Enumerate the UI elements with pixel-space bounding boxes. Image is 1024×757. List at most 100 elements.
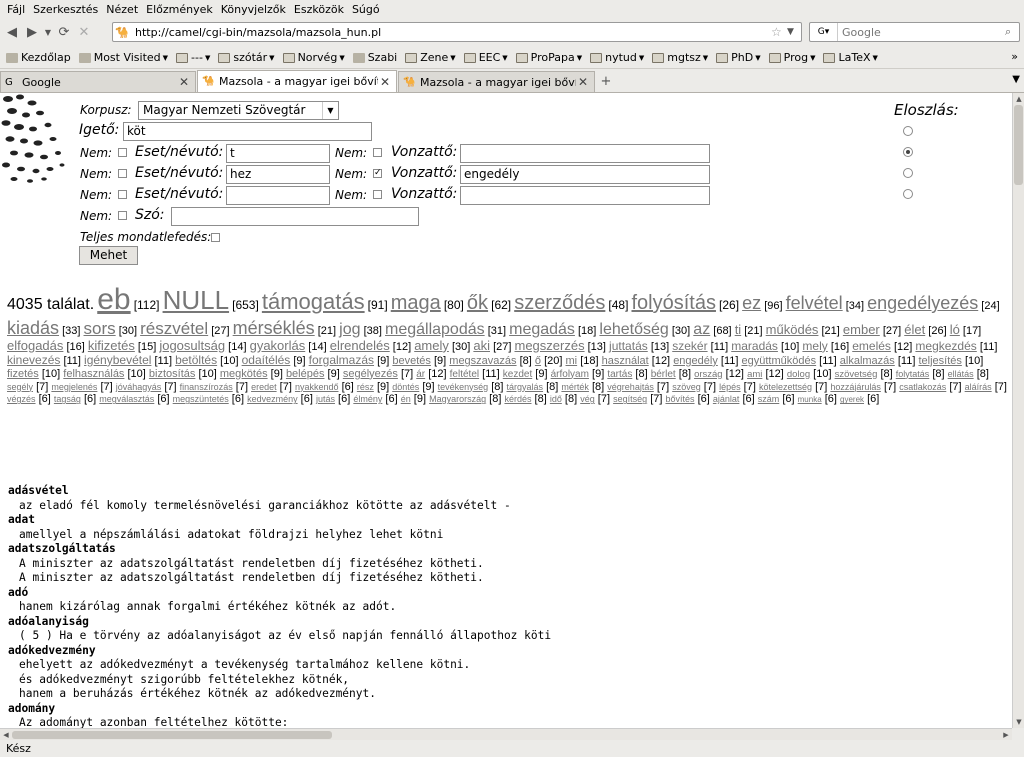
cloud-word[interactable]: megadás [509, 321, 575, 338]
case-input-3[interactable] [226, 186, 330, 205]
cloud-word[interactable]: használat [602, 355, 649, 367]
cloud-word[interactable]: ajánlat [713, 394, 740, 404]
cloud-word[interactable]: ország [694, 369, 723, 380]
arg-not-checkbox-2[interactable]: ✓ [373, 169, 382, 178]
cloud-word[interactable]: szövetség [835, 369, 878, 380]
cloud-word[interactable]: végzés [7, 394, 36, 404]
menu-1[interactable]: Szerkesztés [29, 0, 102, 20]
bookmark-item[interactable]: nytud ▼ [587, 51, 649, 64]
cloud-word[interactable]: finanszírozás [180, 382, 233, 392]
cloud-word[interactable]: az [693, 321, 710, 338]
cloud-word[interactable]: maga [391, 292, 441, 314]
word-not-checkbox[interactable] [118, 211, 127, 220]
bookmark-item[interactable]: Norvég ▼ [280, 51, 350, 64]
cloud-word[interactable]: ellátás [948, 369, 974, 379]
case-not-checkbox-2[interactable] [118, 169, 127, 178]
arg-input-3[interactable] [460, 186, 710, 205]
url-dropdown-icon[interactable]: ▼ [787, 27, 801, 37]
bookmarks-more-button[interactable]: » [1011, 50, 1018, 63]
case-input-2[interactable]: hez [226, 165, 330, 184]
scroll-up-icon[interactable]: ▲ [1013, 93, 1024, 105]
cloud-word[interactable]: ló [950, 322, 960, 337]
arg-input-1[interactable] [460, 144, 710, 163]
cloud-word[interactable]: kinevezés [7, 353, 60, 367]
bookmark-item[interactable]: Zene ▼ [402, 51, 460, 64]
cloud-word[interactable]: maradás [731, 339, 778, 353]
cloud-word[interactable]: megválasztás [99, 394, 154, 404]
vertical-scroll-thumb[interactable] [1014, 105, 1023, 185]
cloud-word[interactable]: tárgyalás [507, 382, 544, 392]
cloud-word[interactable]: betöltés [175, 353, 217, 367]
cloud-word[interactable]: megkötés [220, 368, 268, 380]
cloud-word[interactable]: élet [904, 322, 925, 337]
stop-button[interactable]: ✕ [74, 22, 94, 42]
bookmark-item[interactable]: Kezdőlap [3, 51, 76, 64]
bookmark-item[interactable]: Szabi [350, 51, 403, 64]
cloud-word[interactable]: tevékenység [438, 382, 489, 392]
cloud-word[interactable]: részvétel [140, 319, 208, 338]
cloud-word[interactable]: elfogadás [7, 338, 63, 353]
cloud-word[interactable]: tagság [54, 394, 81, 404]
new-tab-button[interactable]: + [596, 74, 616, 89]
cloud-word[interactable]: tartás [607, 369, 632, 380]
distribution-radio-2[interactable] [903, 147, 913, 157]
cloud-word[interactable]: végrehajtás [607, 382, 654, 392]
arg-not-checkbox-1[interactable] [373, 148, 382, 157]
cloud-word[interactable]: együttműködés [742, 355, 817, 367]
bookmark-item[interactable]: mgtsz ▼ [649, 51, 713, 64]
cloud-word[interactable]: ő [535, 355, 541, 367]
cloud-word[interactable]: gyerek [840, 395, 864, 404]
cloud-word[interactable]: ami [747, 369, 762, 380]
cloud-word[interactable]: eb [97, 283, 130, 316]
cloud-word[interactable]: hozzájárulás [830, 382, 881, 392]
cloud-word[interactable]: Magyarország [429, 394, 486, 404]
cloud-word[interactable]: ők [467, 292, 488, 314]
cloud-word[interactable]: kedvezmény [247, 394, 298, 404]
bookmark-item[interactable]: szótár ▼ [215, 51, 279, 64]
cloud-word[interactable]: engedély [673, 355, 718, 367]
cloud-word[interactable]: bevetés [392, 355, 431, 367]
bookmark-item[interactable]: Most Visited ▼ [76, 51, 173, 64]
cloud-word[interactable]: segély [7, 382, 33, 392]
cloud-word[interactable]: kérdés [504, 394, 531, 404]
case-not-checkbox-3[interactable] [118, 190, 127, 199]
cloud-word[interactable]: segítség [613, 394, 647, 404]
cloud-word[interactable]: elrendelés [330, 338, 390, 353]
cloud-word[interactable]: bérlet [651, 369, 676, 380]
cloud-word[interactable]: folyósítás [631, 292, 715, 314]
cloud-word[interactable]: aki [473, 338, 490, 353]
cloud-word[interactable]: megszavazás [449, 355, 516, 367]
cloud-word[interactable]: élmény [353, 394, 382, 404]
cloud-word[interactable]: emelés [852, 339, 891, 353]
cloud-word[interactable]: folytatás [896, 369, 930, 379]
bookmark-star-icon[interactable]: ☆ [771, 25, 787, 39]
cloud-word[interactable]: megkezdés [915, 339, 976, 353]
cloud-word[interactable]: segélyezés [343, 368, 398, 380]
cloud-word[interactable]: szöveg [672, 382, 701, 392]
cloud-word[interactable]: kötelezettség [759, 382, 812, 392]
tab-1[interactable]: 🐪 Mazsola - a magyar igei bővít... ✕ [197, 70, 397, 92]
cloud-word[interactable]: megállapodás [385, 321, 485, 338]
close-tab-icon[interactable]: ✕ [378, 75, 392, 89]
cloud-word[interactable]: mérséklés [233, 318, 315, 338]
cloud-word[interactable]: mely [802, 339, 827, 353]
cloud-word[interactable]: eredet [251, 382, 277, 392]
cloud-word[interactable]: felhasználás [63, 368, 124, 380]
cloud-word[interactable]: teljesítés [918, 355, 961, 367]
tab-2[interactable]: 🐪 Mazsola - a magyar igei bővít... ✕ [398, 71, 595, 92]
menu-6[interactable]: Súgó [348, 0, 384, 20]
cloud-word[interactable]: lehetőség [599, 321, 668, 338]
cloud-word[interactable]: mérték [561, 382, 589, 392]
close-tab-icon[interactable]: ✕ [576, 75, 590, 89]
arg-not-checkbox-3[interactable] [373, 190, 382, 199]
vertical-scrollbar[interactable]: ▲ ▼ [1012, 93, 1024, 728]
distribution-radio-1[interactable] [903, 126, 913, 136]
case-not-checkbox-1[interactable] [118, 148, 127, 157]
cloud-word[interactable]: csatlakozás [899, 382, 946, 392]
address-bar[interactable]: 🐪 http://camel/cgi-bin/mazsola/mazsola_h… [112, 22, 802, 42]
tab-0[interactable]: G Google ✕ [0, 71, 196, 92]
bookmark-item[interactable]: LaTeX ▼ [820, 51, 882, 64]
search-bar[interactable]: G▾ ⌕ [809, 22, 1020, 42]
cloud-word[interactable]: mi [566, 355, 578, 367]
case-input-1[interactable]: t [226, 144, 330, 163]
